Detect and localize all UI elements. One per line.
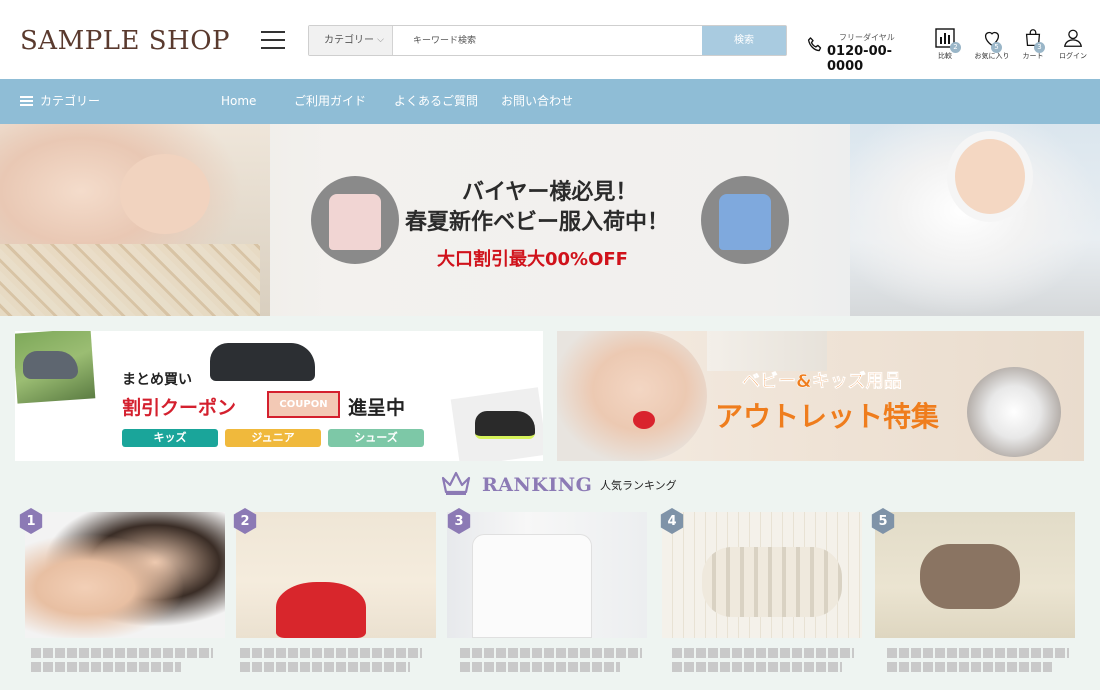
ranking-card-5[interactable]: [875, 512, 1075, 638]
search-bar: カテゴリー ⌵ 検索: [308, 25, 787, 56]
favorites-button[interactable]: 5 お気に入り: [970, 27, 1014, 67]
category-menu-label: カテゴリー: [40, 94, 101, 108]
favorites-label: お気に入り: [974, 52, 1010, 60]
nav-link-contact[interactable]: お問い合わせ: [501, 79, 573, 124]
outlet-banner-line1: ベビー&キッズ用品: [742, 371, 902, 393]
hero-baby-face-right: [955, 139, 1025, 214]
coupon-banner-line2: 割引クーポン: [122, 397, 237, 419]
user-icon: [1063, 29, 1083, 47]
product-name-placeholder-1: [31, 648, 213, 674]
coupon-banner[interactable]: まとめ買い 割引クーポン COUPON 進呈中 キッズ ジュニア シューズ: [15, 331, 543, 461]
product-name-placeholder-2: [240, 648, 422, 674]
black-sneakers-image: [210, 343, 315, 381]
login-button[interactable]: ログイン: [1051, 27, 1095, 67]
hero-sale-text: 大口割引最大00%OFF: [437, 249, 628, 270]
phone-label: フリーダイヤル: [839, 33, 895, 42]
phone-contact[interactable]: フリーダイヤル 0120-00-0000: [805, 30, 915, 74]
product-name-placeholder-4: [672, 648, 854, 674]
hero-blanket-pattern: [0, 244, 260, 316]
compare-button[interactable]: 2 比較: [923, 27, 967, 67]
hero-banner[interactable]: バイヤー様必見！ 春夏新作ベビー服入荷中！ 大口割引最大00%OFF: [0, 124, 1100, 316]
hero-baby-face-left: [120, 154, 210, 234]
site-logo[interactable]: SAMPLE SHOP: [20, 26, 230, 56]
search-button[interactable]: 検索: [702, 26, 786, 55]
search-input[interactable]: [393, 26, 703, 55]
nav-link-faq[interactable]: よくあるご質問: [394, 79, 478, 124]
coupon-badge: COUPON: [267, 391, 340, 418]
coupon-banner-line1: まとめ買い: [122, 372, 192, 388]
menu-icon[interactable]: [261, 31, 285, 51]
outlet-baby-photo: [557, 331, 707, 461]
sneaker-image: [23, 351, 78, 379]
global-nav: カテゴリー Home ご利用ガイド よくあるご質問 お問い合わせ: [0, 79, 1100, 124]
sneaker-image-neon: [475, 411, 535, 439]
menu-icon: [20, 96, 33, 106]
crown-icon: [441, 471, 471, 495]
phone-number: 0120-00-0000: [827, 44, 893, 74]
nav-link-guide[interactable]: ご利用ガイド: [294, 79, 366, 124]
pill-shoes[interactable]: シューズ: [328, 429, 424, 447]
category-menu-button[interactable]: カテゴリー: [20, 79, 100, 124]
outlet-banner-line2: アウトレット特集: [715, 400, 940, 433]
chevron-down-icon: ⌵: [377, 35, 384, 45]
ranking-card-2[interactable]: [236, 512, 436, 638]
ranking-card-3[interactable]: [447, 512, 647, 638]
favorites-count-badge: 5: [991, 42, 1002, 53]
newborn-baby-image: [920, 544, 1020, 609]
heart-bib-image: [633, 411, 655, 429]
pill-kids[interactable]: キッズ: [122, 429, 218, 447]
site-header: SAMPLE SHOP カテゴリー ⌵ 検索 フリーダイヤル 0120-00-0…: [0, 0, 1100, 79]
compare-count-badge: 2: [950, 42, 961, 53]
product-name-placeholder-5: [887, 648, 1069, 674]
red-heart-cushion-image: [276, 582, 366, 638]
pill-junior[interactable]: ジュニア: [225, 429, 321, 447]
phone-icon: [807, 37, 822, 52]
outlet-banner[interactable]: ベビー&キッズ用品 アウトレット特集: [557, 331, 1084, 461]
compare-label: 比較: [938, 52, 952, 60]
search-category-label: カテゴリー: [324, 35, 374, 46]
outlet-room-background: [707, 331, 827, 371]
search-category-select[interactable]: カテゴリー ⌵: [309, 26, 393, 55]
login-label: ログイン: [1059, 52, 1087, 60]
ranking-title: RANKING: [482, 474, 593, 496]
product-photo: [25, 512, 225, 638]
hero-dress-image: [701, 176, 789, 264]
embroidered-dress-image: [472, 534, 592, 638]
hero-headline-1: バイヤー様必見！: [462, 180, 638, 205]
ranking-heading: RANKING 人気ランキング: [440, 470, 700, 498]
hero-cardigan-image: [311, 176, 399, 264]
nav-link-home[interactable]: Home: [221, 79, 256, 124]
ranking-card-4[interactable]: [662, 512, 862, 638]
ranking-subtitle: 人気ランキング: [600, 479, 677, 492]
baby-sleeping-bag-image: [702, 547, 842, 617]
product-name-placeholder-3: [460, 648, 642, 674]
baby-shoes-image: [967, 367, 1061, 457]
hero-headline-2: 春夏新作ベビー服入荷中！: [405, 210, 670, 235]
ranking-card-1[interactable]: [25, 512, 225, 638]
coupon-banner-line3: 進呈中: [348, 397, 406, 419]
cart-button[interactable]: 3 カート: [1011, 27, 1055, 67]
cart-label: カート: [1022, 52, 1044, 60]
cart-count-badge: 3: [1034, 42, 1045, 53]
